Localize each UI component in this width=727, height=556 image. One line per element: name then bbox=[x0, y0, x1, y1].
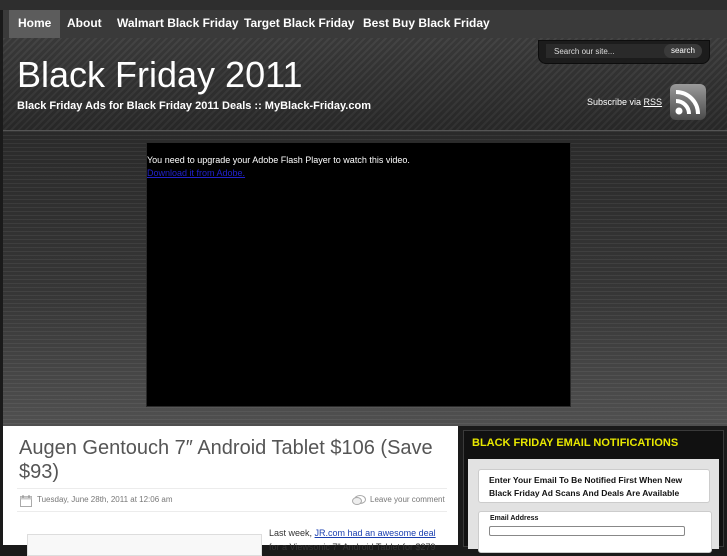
feature-area: You need to upgrade your Adobe Flash Pla… bbox=[3, 131, 727, 426]
nav-item-target-black-friday[interactable]: Target Black Friday bbox=[244, 10, 354, 38]
nav-item-best-buy-black-friday[interactable]: Best Buy Black Friday bbox=[363, 10, 490, 38]
email-widget: Enter Your Email To Be Notified First Wh… bbox=[468, 459, 719, 553]
search-input[interactable] bbox=[546, 44, 672, 58]
search-form: search bbox=[538, 40, 710, 64]
comment-bubble-icon bbox=[352, 495, 366, 505]
calendar-icon bbox=[20, 495, 32, 507]
nav-item-walmart-black-friday[interactable]: Walmart Black Friday bbox=[117, 10, 239, 38]
main-nav: Home About Walmart Black Friday Target B… bbox=[3, 10, 727, 39]
excerpt-prefix: Last week, bbox=[269, 528, 313, 538]
post-image bbox=[27, 534, 262, 556]
post-content: Augen Gentouch 7″ Android Tablet $106 (S… bbox=[3, 426, 458, 556]
nav-item-home[interactable]: Home bbox=[9, 10, 61, 38]
email-form: Email Address bbox=[478, 511, 712, 553]
rss-link[interactable]: RSS bbox=[644, 97, 663, 107]
post-excerpt: Last week, JR.com had an awesome deal fo… bbox=[269, 526, 449, 554]
top-strip bbox=[0, 0, 727, 10]
excerpt-link[interactable]: JR.com had an awesome deal bbox=[315, 528, 436, 538]
flash-download-link[interactable]: Download it from Adobe. bbox=[147, 168, 245, 178]
subscribe-text: Subscribe via RSS bbox=[587, 97, 662, 107]
rss-feed-icon[interactable] bbox=[670, 84, 706, 120]
email-widget-intro: Enter Your Email To Be Notified First Wh… bbox=[478, 469, 710, 503]
site-title[interactable]: Black Friday 2011 bbox=[17, 54, 302, 96]
email-field[interactable] bbox=[489, 526, 685, 536]
search-button[interactable]: search bbox=[664, 44, 702, 58]
email-widget-title: BLACK FRIDAY EMAIL NOTIFICATIONS bbox=[472, 437, 679, 449]
email-label: Email Address bbox=[490, 515, 539, 522]
nav-item-about[interactable]: About bbox=[67, 10, 102, 38]
post-title[interactable]: Augen Gentouch 7″ Android Tablet $106 (S… bbox=[19, 436, 439, 484]
post-date: Tuesday, June 28th, 2011 at 12:06 am bbox=[37, 495, 173, 504]
excerpt-line2: for a Viewsonic 7" Android Tablet for $2… bbox=[269, 542, 436, 552]
flash-upgrade-message: You need to upgrade your Adobe Flash Pla… bbox=[147, 155, 410, 165]
site-tagline: Black Friday Ads for Black Friday 2011 D… bbox=[17, 100, 371, 112]
post-meta: Tuesday, June 28th, 2011 at 12:06 am Lea… bbox=[17, 488, 447, 512]
site-header: Black Friday 2011 Black Friday Ads for B… bbox=[3, 38, 727, 131]
subscribe-label: Subscribe via bbox=[587, 97, 642, 107]
sidebar: BLACK FRIDAY EMAIL NOTIFICATIONS Enter Y… bbox=[463, 430, 724, 553]
flash-video-player[interactable]: You need to upgrade your Adobe Flash Pla… bbox=[146, 142, 571, 407]
leave-comment-link[interactable]: Leave your comment bbox=[370, 495, 445, 504]
